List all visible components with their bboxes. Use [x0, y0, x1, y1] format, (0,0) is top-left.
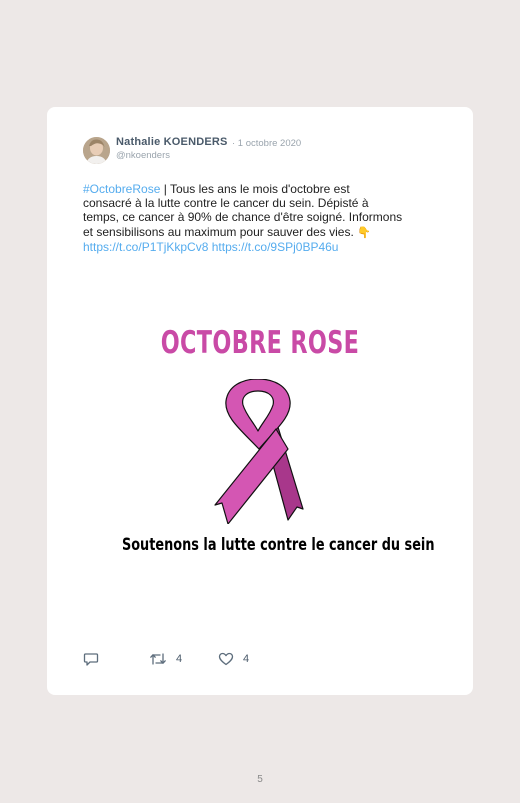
pink-ribbon-icon: [214, 378, 304, 529]
tweet-link[interactable]: https://t.co/9SPj0BP46u: [212, 240, 339, 254]
author-handle[interactable]: @nkoenders: [116, 150, 170, 161]
reply-button[interactable]: [83, 651, 99, 667]
hashtag-link[interactable]: #OctobreRose: [83, 182, 160, 196]
tweet-text-segment: | Tous les ans le mois d'octobre est: [160, 182, 350, 196]
retweet-button[interactable]: 4: [149, 651, 182, 667]
media-caption: Soutenons la lutte contre le cancer du s…: [121, 535, 435, 554]
tweet-link[interactable]: https://t.co/P1TjKkpCv8: [83, 240, 208, 254]
reply-icon: [83, 653, 99, 666]
media-title: OCTOBRE ROSE: [160, 325, 360, 361]
avatar[interactable]: [83, 137, 110, 164]
pointing-down-icon: 👇: [357, 226, 371, 239]
tweet-text: #OctobreRose | Tous les ans le mois d'oc…: [83, 182, 443, 254]
tweet-text-line: https://t.co/P1TjKkpCv8 https://t.co/9SP…: [83, 240, 443, 254]
like-button[interactable]: 4: [218, 651, 249, 667]
retweet-icon: [150, 653, 166, 665]
tweet-text-line: temps, ce cancer à 90% de chance d'être …: [83, 210, 403, 225]
heart-icon: [218, 652, 234, 666]
tweet-date[interactable]: · 1 octobre 2020: [232, 138, 301, 149]
like-count: 4: [243, 653, 250, 665]
tweet-text-segment: et sensibilisons au maximum pour sauver …: [83, 224, 358, 239]
author-name[interactable]: Nathalie KOENDERS: [116, 136, 228, 148]
tweet-media-image[interactable]: OCTOBRE ROSE Soutenons la lutte contre l…: [83, 305, 437, 575]
retweet-count: 4: [176, 653, 183, 665]
tweet-text-line: #OctobreRose | Tous les ans le mois d'oc…: [83, 182, 443, 196]
tweet-text-line: et sensibilisons au maximum pour sauver …: [83, 225, 443, 240]
tweet-card: Nathalie KOENDERS · 1 octobre 2020 @nkoe…: [47, 107, 473, 695]
tweet-actions: 4 4: [83, 651, 383, 667]
tweet-text-line: consacré à la lutte contre le cancer du …: [83, 196, 369, 211]
page-number: 5: [257, 774, 263, 785]
